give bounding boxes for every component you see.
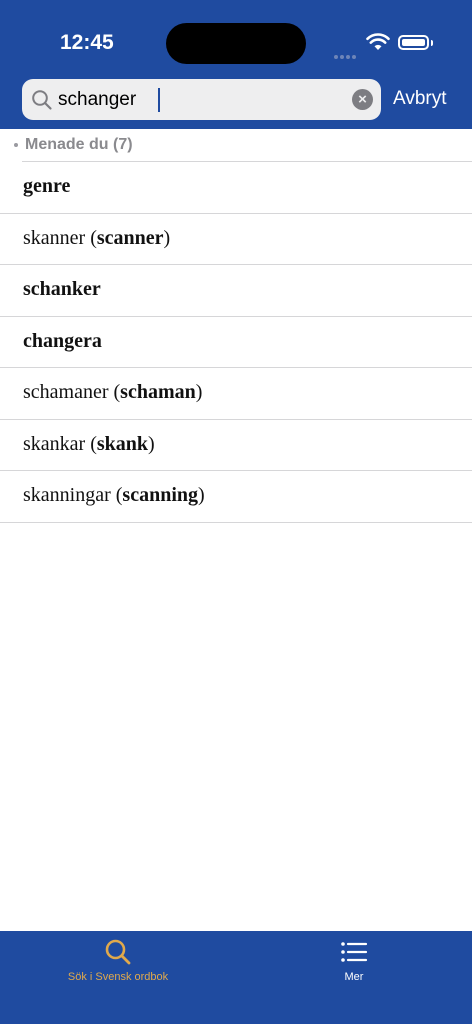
status-time: 12:45: [60, 31, 114, 54]
suggestion-text: skankar (skank): [23, 433, 155, 456]
cancel-button[interactable]: Avbryt: [393, 88, 447, 110]
wifi-icon: [366, 33, 390, 50]
search-icon: [32, 90, 52, 110]
suggestion-text: schanker: [23, 278, 101, 301]
clear-search-icon[interactable]: ×: [352, 89, 373, 110]
suggestion-row[interactable]: schamaner (schaman): [0, 368, 472, 420]
suggestion-headword: skank: [96, 432, 149, 455]
text-caret: [158, 88, 160, 112]
suggestion-text: schamaner (schaman): [23, 381, 202, 404]
suggestion-row[interactable]: changera: [0, 317, 472, 368]
tab-search[interactable]: Sök i Svensk ordbok: [0, 931, 236, 1024]
search-input[interactable]: [58, 79, 338, 120]
battery-tip: [431, 40, 433, 46]
search-icon: [105, 939, 131, 965]
battery-icon: [398, 35, 429, 50]
suggestion-row[interactable]: schanker: [0, 265, 472, 317]
suggestion-headword: schaman: [120, 381, 196, 403]
suggestion-headword: schanker: [23, 278, 101, 300]
suggestion-form: skankar (: [23, 432, 97, 455]
suggestion-text: skanner (scanner): [23, 227, 170, 250]
tab-search-label: Sök i Svensk ordbok: [67, 971, 169, 983]
tab-more-label: Mer: [344, 971, 364, 983]
dynamic-island: [166, 23, 306, 64]
suggestion-form: schamaner (: [23, 381, 121, 403]
suggestion-headword: changera: [23, 329, 102, 352]
suggestion-form: ): [195, 381, 203, 403]
suggestion-row[interactable]: genre: [0, 162, 472, 214]
suggestion-text: skanningar (scanning): [23, 484, 205, 507]
suggestion-form: skanner (: [23, 226, 97, 249]
cellular-signal-icon: [334, 46, 358, 64]
suggestion-row[interactable]: skanningar (scanning): [0, 471, 472, 523]
search-field[interactable]: [22, 79, 381, 120]
suggestion-headword: scanner: [96, 226, 164, 249]
tab-bar: Sök i Svensk ordbok Mer: [0, 931, 472, 1024]
suggestion-text: changera: [23, 330, 102, 353]
suggestions-section-label: Menade du (7): [25, 136, 133, 153]
suggestion-row[interactable]: skanner (scanner): [0, 214, 472, 265]
suggestion-form: skanningar (: [23, 484, 123, 506]
suggestion-form: ): [148, 432, 155, 455]
app-header: 12:45 × Avbryt: [0, 0, 472, 129]
tab-more[interactable]: Mer: [236, 931, 472, 1024]
suggestion-headword: scanning: [122, 484, 199, 506]
suggestion-form: ): [163, 226, 171, 249]
list-icon: [341, 942, 368, 962]
suggestion-list: genre skanner (scanner) schanker changera sc…: [0, 162, 472, 523]
suggestion-text: genre: [23, 175, 70, 198]
suggestion-form: ): [198, 484, 205, 506]
suggestion-row[interactable]: skankar (skank): [0, 420, 472, 471]
suggestion-headword: genre: [23, 175, 71, 197]
section-bullet: [14, 143, 18, 147]
